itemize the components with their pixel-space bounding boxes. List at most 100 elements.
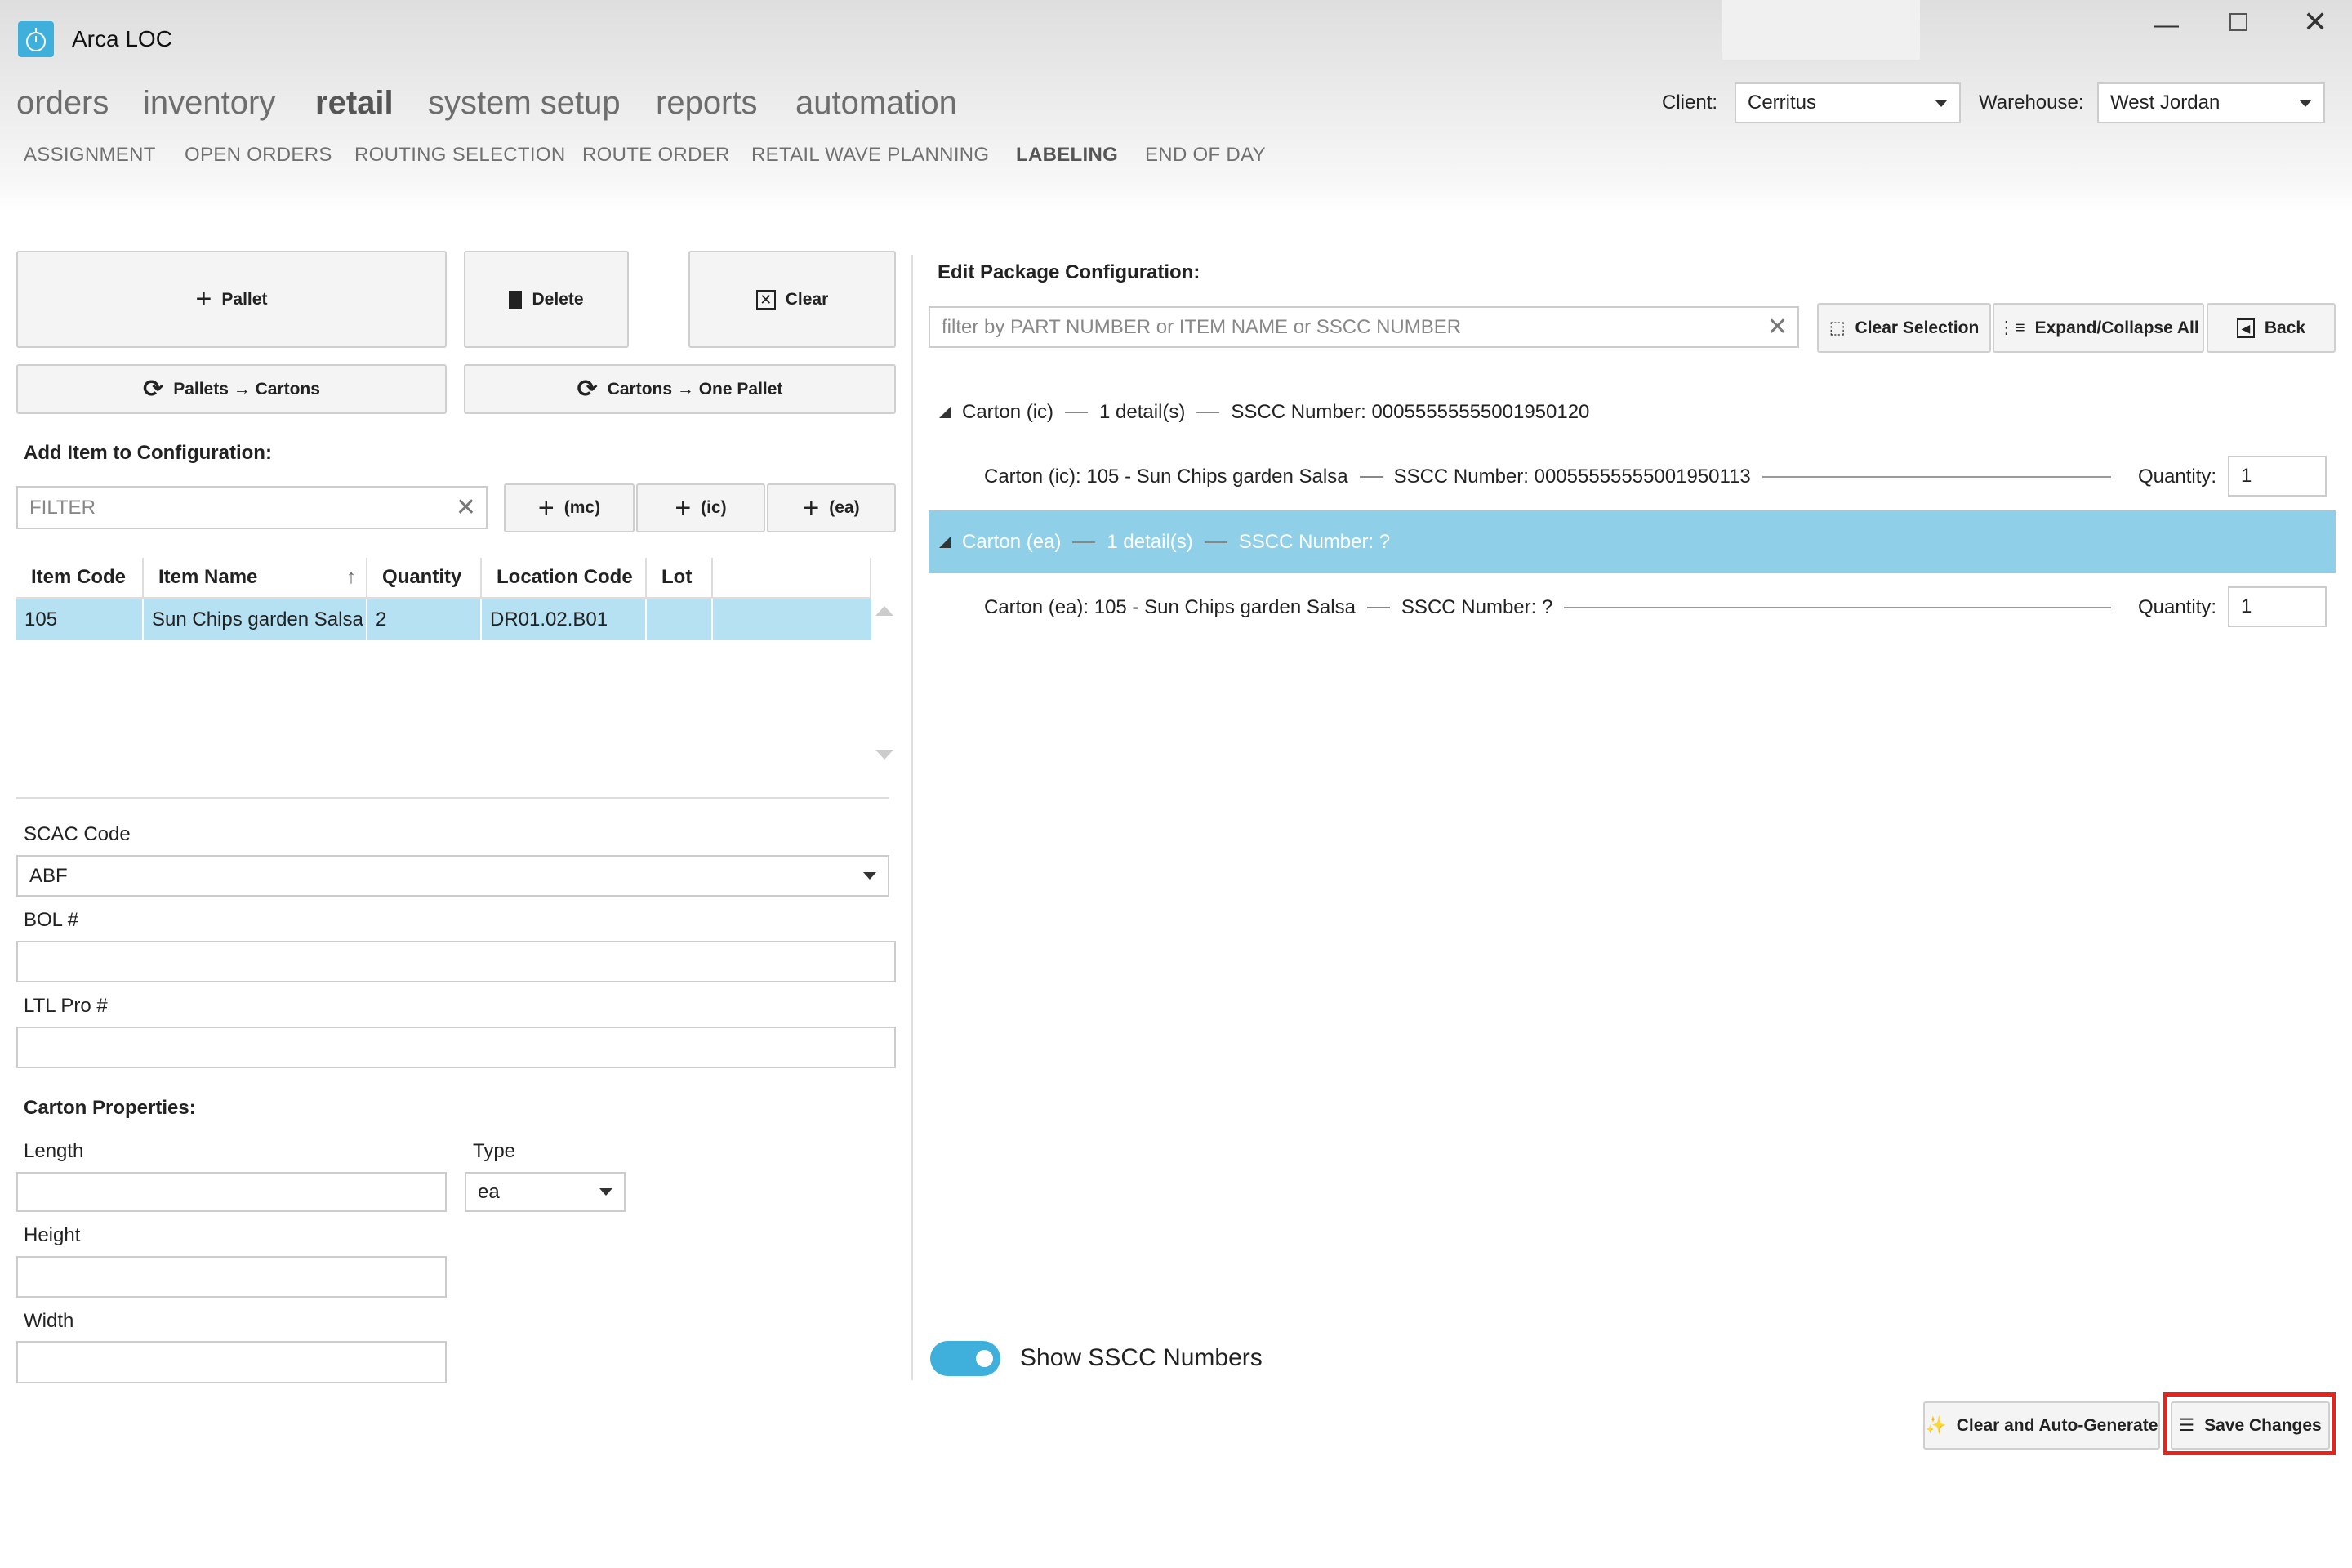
col-quantity[interactable]: Quantity [368, 558, 482, 597]
pallets-to-cartons-button[interactable]: ⟳ Pallets → Cartons [16, 364, 447, 414]
height-input[interactable] [16, 1256, 447, 1298]
chevron-down-icon [2299, 99, 2312, 107]
scroll-up-icon[interactable] [875, 606, 893, 616]
app-title: Arca LOC [72, 26, 172, 51]
bol-label: BOL # [24, 909, 79, 931]
show-sscc-toggle[interactable] [930, 1341, 1000, 1376]
nav-system-setup[interactable]: system setup [428, 85, 621, 122]
config-filter-input[interactable]: filter by PART NUMBER or ITEM NAME or SS… [929, 306, 1799, 348]
detail-label: Carton (ea): 105 - Sun Chips garden Sals… [984, 596, 1356, 618]
type-select[interactable]: ea [465, 1172, 626, 1212]
type-label: Type [473, 1140, 516, 1162]
scroll-down-icon[interactable] [875, 750, 893, 760]
connector-line [1564, 607, 2111, 608]
chevron-down-icon [863, 872, 876, 880]
ltl-input[interactable] [16, 1027, 896, 1068]
label: Save Changes [2204, 1415, 2322, 1435]
node-details: 1 detail(s) [1099, 401, 1186, 423]
tree-node-carton-ic[interactable]: Carton (ic) 1 detail(s) SSCC Number: 00055… [939, 399, 1589, 426]
tree-icon: ⋮≡ [1998, 318, 2025, 337]
tree-detail-carton-ea[interactable]: Carton (ea): 105 - Sun Chips garden Sals… [984, 594, 2111, 621]
cell-location-code: DR01.02.B01 [482, 599, 647, 640]
detail-label: Carton (ic): 105 - Sun Chips garden Sals… [984, 466, 1348, 488]
carton-properties-title: Carton Properties: [24, 1097, 196, 1119]
back-button[interactable]: ◀ Back [2207, 303, 2336, 353]
label: Clear Selection [1855, 318, 1980, 337]
subnav-routing-selection[interactable]: ROUTING SELECTION [354, 144, 565, 167]
col-lot[interactable]: Lot [647, 558, 713, 597]
subnav-open-orders[interactable]: OPEN ORDERS [185, 144, 332, 167]
quantity-input[interactable]: 1 [2228, 456, 2327, 497]
nav-retail[interactable]: retail [315, 85, 394, 122]
plus-icon: + [537, 492, 555, 523]
expand-collapse-button[interactable]: ⋮≡ Expand/Collapse All [1993, 303, 2204, 353]
label: Cartons → One Pallet [607, 379, 783, 399]
subnav-labeling[interactable]: LABELING [1016, 144, 1118, 167]
subnav-retail-wave-planning[interactable]: RETAIL WAVE PLANNING [751, 144, 989, 167]
clear-icon[interactable]: ✕ [456, 493, 476, 522]
add-mc-button[interactable]: + (mc) [504, 483, 635, 532]
subnav-end-of-day[interactable]: END OF DAY [1145, 144, 1266, 167]
plus-icon: + [195, 283, 212, 314]
restore-button[interactable] [2230, 13, 2247, 31]
label: Item Name [158, 566, 258, 588]
label: Clear [785, 289, 829, 309]
magic-wand-icon: ✨ [1925, 1415, 1947, 1435]
minimize-button[interactable]: — [2154, 11, 2179, 39]
scac-select[interactable]: ABF [16, 855, 889, 897]
close-button[interactable]: ✕ [2303, 5, 2328, 39]
clear-icon[interactable]: ✕ [1767, 313, 1788, 341]
warehouse-select[interactable]: West Jordan [2097, 82, 2325, 123]
save-changes-button[interactable]: ☰ Save Changes [2171, 1401, 2330, 1450]
item-filter-input[interactable]: FILTER ✕ [16, 486, 488, 529]
label: Pallet [221, 289, 268, 309]
nav-orders[interactable]: orders [16, 85, 109, 122]
clear-auto-generate-button[interactable]: ✨ Clear and Auto-Generate [1923, 1401, 2160, 1450]
bol-input[interactable] [16, 941, 896, 982]
expand-triangle-icon[interactable] [939, 407, 951, 418]
subnav-route-order[interactable]: ROUTE ORDER [582, 144, 730, 167]
length-input[interactable] [16, 1172, 447, 1212]
width-input[interactable] [16, 1341, 447, 1383]
cell-item-name: Sun Chips garden Salsa [144, 599, 368, 640]
back-icon: ◀ [2236, 318, 2255, 338]
add-pallet-button[interactable]: + Pallet [16, 251, 447, 348]
close-box-icon: ✕ [755, 289, 776, 310]
add-ea-button[interactable]: + (ea) [767, 483, 896, 532]
placeholder: filter by PART NUMBER or ITEM NAME or SS… [942, 315, 1462, 338]
col-item-code[interactable]: Item Code [16, 558, 144, 597]
scac-value: ABF [29, 864, 68, 887]
label: Back [2264, 318, 2306, 337]
detail-sscc: SSCC Number: ? [1401, 596, 1553, 618]
tree-detail-carton-ic[interactable]: Carton (ic): 105 - Sun Chips garden Sals… [984, 463, 2111, 491]
cartons-to-pallet-button[interactable]: ⟳ Cartons → One Pallet [464, 364, 896, 414]
scac-label: SCAC Code [24, 823, 131, 845]
add-ic-button[interactable]: + (ic) [636, 483, 765, 532]
toggle-knob [976, 1350, 993, 1367]
nav-reports[interactable]: reports [656, 85, 758, 122]
sort-up-icon: ↑ [346, 566, 356, 588]
clear-button[interactable]: ✕ Clear [688, 251, 896, 348]
delete-button[interactable]: Delete [464, 251, 629, 348]
quantity-label: Quantity: [2138, 466, 2217, 488]
col-location-code[interactable]: Location Code [482, 558, 647, 597]
height-label: Height [24, 1224, 81, 1246]
quantity-input[interactable]: 1 [2228, 586, 2327, 627]
expand-triangle-icon[interactable] [939, 537, 951, 548]
client-select[interactable]: Cerritus [1735, 82, 1961, 123]
col-item-name[interactable]: Item Name ↑ [144, 558, 368, 597]
label: Delete [532, 289, 584, 309]
warehouse-label: Warehouse: [1979, 91, 2084, 114]
clear-selection-button[interactable]: ⬚ Clear Selection [1817, 303, 1991, 353]
client-label: Client: [1662, 91, 1718, 114]
nav-inventory[interactable]: inventory [143, 85, 275, 122]
connector-line [1762, 476, 2111, 478]
subnav-assignment[interactable]: ASSIGNMENT [24, 144, 156, 167]
node-label: Carton (ea) [962, 531, 1062, 553]
label: (ic) [701, 498, 727, 517]
chevron-down-icon [599, 1188, 612, 1196]
node-sscc: SSCC Number: ? [1238, 531, 1391, 553]
nav-automation[interactable]: automation [795, 85, 957, 122]
edit-config-title: Edit Package Configuration: [938, 261, 1200, 283]
tree-node-carton-ea[interactable]: Carton (ea) 1 detail(s) SSCC Number: ? [939, 528, 1390, 556]
